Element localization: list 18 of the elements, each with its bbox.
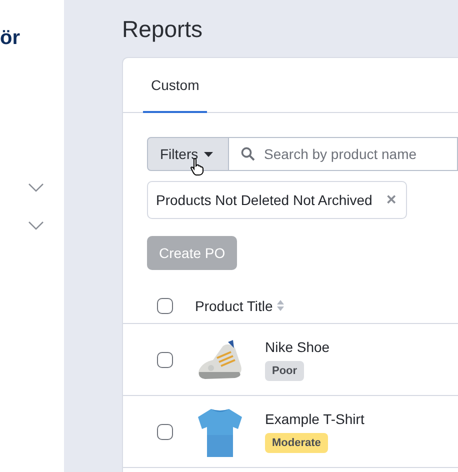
search-field[interactable]: Search by product name — [229, 137, 458, 171]
status-badge: Moderate — [265, 432, 328, 452]
page-title: Reports — [122, 15, 204, 43]
search-icon — [241, 147, 255, 161]
product-title[interactable]: Example T-Shirt — [265, 410, 364, 426]
checkbox[interactable] — [157, 352, 173, 368]
product-title[interactable]: Nike Shoe — [265, 338, 330, 354]
caret-icon — [204, 152, 214, 156]
chip-label: Products Not Deleted Not Archived — [156, 192, 372, 208]
column-header[interactable]: Product Title — [195, 298, 273, 314]
checkbox[interactable] — [157, 424, 173, 440]
chevron-icon[interactable] — [28, 183, 44, 192]
logo[interactable]: ör — [0, 27, 20, 49]
chevron-icon[interactable] — [28, 221, 44, 230]
status-badge: Poor — [265, 360, 304, 380]
tab[interactable]: Custom — [143, 58, 208, 113]
hand-cursor-icon — [190, 158, 204, 176]
checkbox[interactable] — [157, 298, 173, 314]
